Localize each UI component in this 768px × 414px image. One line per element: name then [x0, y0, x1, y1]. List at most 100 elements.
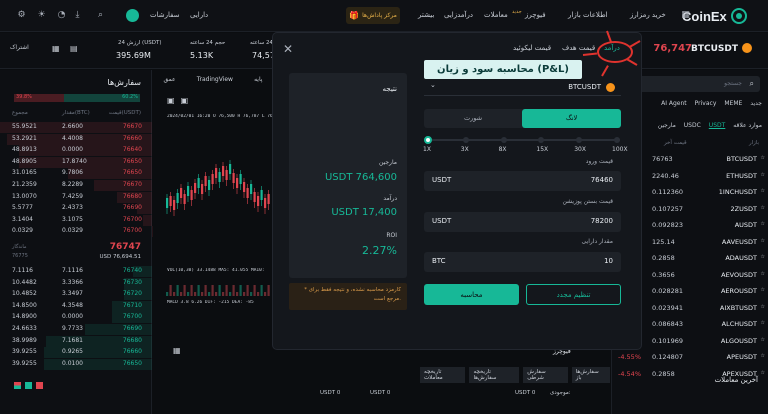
leverage-slider[interactable]: 1X 3X 8X 15X 30X 100X [423, 135, 628, 155]
chart-fullscreen-icon[interactable]: ▣ [167, 96, 175, 105]
favorite-star-icon[interactable]: ☆ [761, 221, 765, 227]
ask-row[interactable]: 76670 8.2289 21.2359 [0, 180, 152, 191]
settings-gear-icon[interactable]: ⚙ [16, 10, 27, 21]
leverage-stop[interactable] [538, 137, 545, 143]
book-bids-icon[interactable] [25, 382, 32, 389]
favorite-star-icon[interactable]: ☆ [761, 188, 765, 194]
ask-row[interactable]: 76700 0.0329 0.0329 [0, 226, 152, 238]
bid-row[interactable]: 76730 3.3366 10.4482 [0, 277, 152, 289]
filter-meme[interactable]: MEME [724, 100, 742, 107]
share-button[interactable]: اشتراک [10, 44, 29, 51]
tab-open-orders[interactable]: سفارش‌ها باز [571, 367, 610, 383]
tab-order-history[interactable]: تاریخچه سفارش‌ها [469, 367, 520, 383]
entry-price-field[interactable]: USDT 76460 [424, 171, 621, 191]
bid-row[interactable]: 76680 7.1681 38.9989 [0, 335, 152, 347]
favorite-star-icon[interactable]: ☆ [761, 287, 765, 293]
nav-market-info[interactable]: اطلاعات بازار [568, 11, 608, 19]
nav-earn[interactable]: درآمدزایی [444, 11, 473, 19]
rewards-center-button[interactable]: 🎁 مرکز پاداش‌ها [346, 7, 400, 24]
leverage-stop[interactable] [500, 137, 507, 143]
filter-privacy[interactable]: Privacy [695, 100, 717, 107]
ask-row[interactable]: 76650 9.7806 31.0165 [0, 168, 152, 180]
ticker-symbol[interactable]: BTCUSDT [691, 44, 738, 54]
leverage-handle[interactable] [424, 136, 432, 144]
price-chart[interactable]: عمق TradingView پایه ▣ ▣ 2024/02/01 16:2… [153, 70, 273, 355]
favorite-star-icon[interactable]: ☆ [761, 304, 765, 310]
favorite-star-icon[interactable]: ☆ [761, 353, 765, 359]
market-search-field[interactable]: جستجو ⌕ [622, 76, 760, 92]
chart-indicator-icon[interactable]: ▣ [181, 96, 189, 105]
download-icon[interactable]: ⤓ [72, 10, 83, 21]
close-icon[interactable]: ✕ [283, 42, 293, 56]
favorite-star-icon[interactable]: ☆ [761, 320, 765, 326]
favorite-star-icon[interactable]: ☆ [761, 254, 765, 260]
bid-row[interactable]: 76710 4.3548 14.8500 [0, 300, 152, 312]
futures-label[interactable]: فیوچرز [553, 348, 571, 355]
book-both-icon[interactable] [14, 382, 21, 389]
quantity-field[interactable]: BTC 10 [424, 252, 621, 272]
chart-tab-basic[interactable]: پایه [254, 76, 262, 90]
nav-wallet[interactable]: دارایی [190, 11, 208, 19]
ask-row[interactable]: 76680 7.4259 13.0070 [0, 191, 152, 203]
chart-tabs: عمق TradingView پایه [153, 76, 273, 90]
leverage-stop[interactable] [576, 137, 583, 143]
tab-liquidation-price[interactable]: قیمت لیکوئید [513, 44, 551, 52]
nav-more[interactable]: بیشتر [418, 11, 434, 19]
favorite-star-icon[interactable]: ☆ [761, 337, 765, 343]
calculate-button[interactable]: محاسبه [424, 284, 519, 305]
quote-tab-margin[interactable]: مارجین [658, 122, 676, 129]
reset-button[interactable]: تنظیم مجدد [526, 284, 621, 305]
quote-tab-favorites[interactable]: موارد علاقه [733, 122, 762, 129]
theme-toggle-icon[interactable]: ☀ [36, 10, 47, 21]
book-view-switch[interactable] [14, 382, 43, 389]
bid-row[interactable]: 76650 0.0100 39.9255 [0, 358, 152, 370]
favorite-star-icon[interactable]: ☆ [761, 205, 765, 211]
leverage-stop[interactable] [614, 137, 620, 143]
favorite-star-icon[interactable]: ☆ [761, 238, 765, 244]
ask-row[interactable]: 76670 2.6600 55.9521 [0, 122, 152, 133]
favorite-star-icon[interactable]: ☆ [761, 370, 765, 376]
ask-row[interactable]: 76650 17.8740 48.8905 [0, 156, 152, 168]
user-avatar[interactable] [126, 9, 139, 22]
ask-row[interactable]: 76640 0.0000 48.8913 [0, 145, 152, 157]
pair-selector[interactable]: BTCUSDT ⌄ [424, 80, 621, 96]
filter-new[interactable]: جدید [750, 100, 762, 107]
chart-grid-icon[interactable]: ▦ [173, 346, 181, 355]
short-button[interactable]: شورت [424, 109, 522, 128]
notification-bell-icon[interactable]: ◔ [56, 10, 67, 21]
quote-tab-usdt[interactable]: USDT [709, 122, 726, 129]
book-asks-icon[interactable] [36, 382, 43, 389]
bid-row[interactable]: 76720 3.3497 10.4852 [0, 289, 152, 301]
nav-buy-crypto[interactable]: خرید رمزارز [630, 11, 666, 19]
ask-row[interactable]: 76700 3.1075 3.1404 [0, 214, 152, 226]
bid-row[interactable]: 76690 9.7733 24.6633 [0, 324, 152, 335]
grid-menu-icon[interactable]: ▦ [680, 10, 691, 21]
bid-row[interactable]: 76740 7.1116 7.1116 [0, 266, 152, 277]
market-row[interactable]: ☆ APEXUSDT 0.2858 -4.54% [612, 366, 768, 383]
favorite-star-icon[interactable]: ☆ [761, 172, 765, 178]
quote-tab-usdc[interactable]: USDC [684, 122, 701, 129]
chart-tab-tradingview[interactable]: TradingView [197, 76, 233, 90]
bid-row[interactable]: 76700 0.0000 14.8900 [0, 312, 152, 324]
market-row[interactable]: ☆ APEUSDT 0.124807 -4.55% [612, 349, 768, 366]
bid-row[interactable]: 76660 0.9265 39.9255 [0, 347, 152, 359]
chart-tab-depth[interactable]: عمق [164, 76, 176, 90]
tab-conditional[interactable]: سفارش شرطی [523, 367, 568, 383]
favorite-star-icon[interactable]: ☆ [761, 271, 765, 277]
favorite-star-icon[interactable]: ☆ [761, 155, 765, 161]
ask-row[interactable]: 76660 4.4008 53.2921 [0, 133, 152, 145]
tab-target-price[interactable]: قیمت هدف [562, 44, 595, 52]
filter-ai-agent[interactable]: AI Agent [661, 100, 687, 107]
nav-orders[interactable]: سفارشات [150, 11, 180, 19]
nav-trade[interactable]: معاملات [484, 11, 508, 19]
long-button[interactable]: لانگ [522, 109, 621, 128]
tab-trade-history[interactable]: تاریخچه معاملات [420, 367, 466, 383]
coinex-logo[interactable]: CoinEx [682, 7, 760, 25]
leverage-stop[interactable] [462, 137, 469, 143]
nav-futures[interactable]: فیوچرز [525, 11, 546, 19]
search-icon[interactable]: ⌕ [95, 10, 106, 21]
ask-row[interactable]: 76690 2.4373 5.5777 [0, 203, 152, 215]
exit-price-field[interactable]: USDT 78200 [424, 212, 621, 232]
grid-layout-icon[interactable]: ▤ [70, 44, 78, 53]
calculator-icon[interactable]: ▦ [52, 44, 60, 53]
